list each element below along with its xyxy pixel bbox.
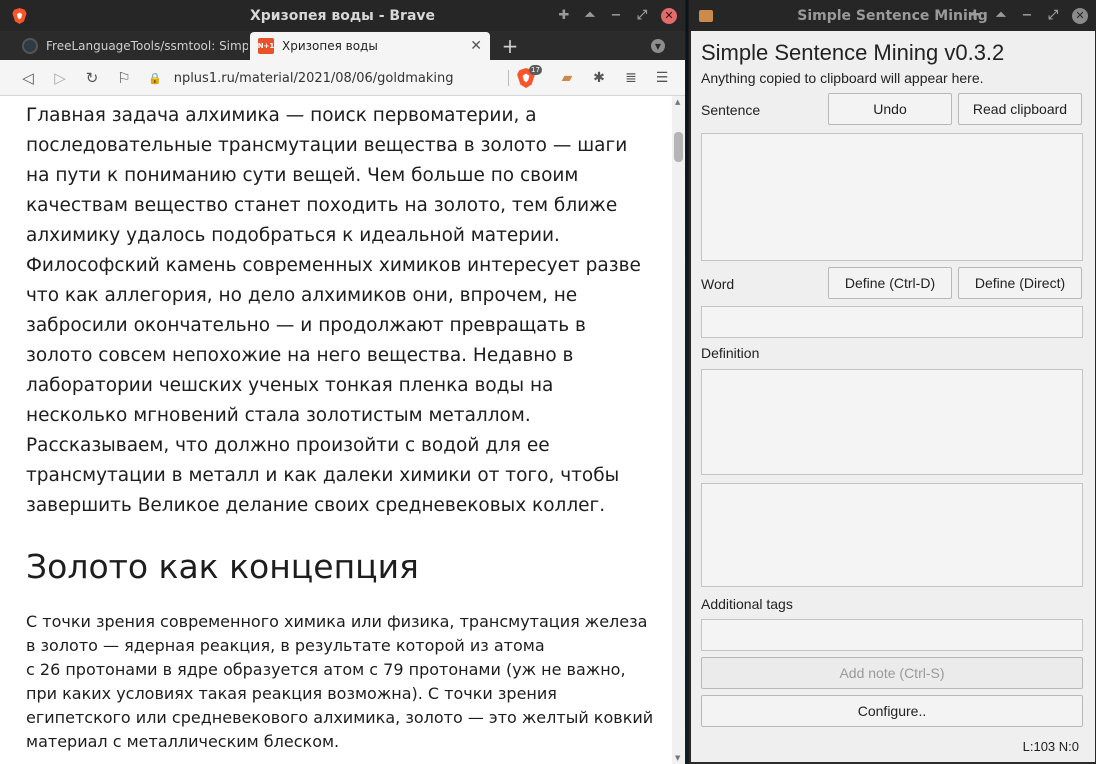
page-scrollbar[interactable]: ▲ ▼ bbox=[672, 96, 685, 764]
define-direct-button[interactable]: Define (Direct) bbox=[958, 267, 1082, 299]
body-line: при каких условиях такая реакция возможн… bbox=[26, 684, 557, 703]
scroll-up-icon[interactable]: ▲ bbox=[675, 98, 680, 106]
tab-close-icon[interactable]: ✕ bbox=[470, 38, 482, 54]
ssm-window-controls: ✚ ⏶ − ⤢ ✕ bbox=[962, 0, 1088, 31]
definition-textarea[interactable] bbox=[701, 369, 1083, 475]
read-clipboard-button[interactable]: Read clipboard bbox=[958, 93, 1082, 125]
reload-icon[interactable]: ↻ bbox=[80, 60, 104, 96]
body-line: с 26 протонами в ядре образуется атом с … bbox=[26, 660, 626, 679]
brave-logo-icon bbox=[12, 8, 27, 24]
url-text: nplus1.ru/material/2021/08/06/goldmaking bbox=[173, 70, 454, 86]
close-icon[interactable]: ✕ bbox=[1072, 7, 1088, 24]
body-line: С точки зрения современного химика или ф… bbox=[26, 612, 648, 631]
definition-label: Definition bbox=[701, 345, 760, 361]
undo-button[interactable]: Undo bbox=[828, 93, 952, 125]
shields-count-badge: 17 bbox=[529, 65, 542, 75]
browser-toolbar: ◁ ▷ ↻ ⚐ 🔒 nplus1.ru/material/2021/08/06/… bbox=[0, 60, 685, 96]
ssm-titlebar[interactable]: Simple Sentence Mining ✚ ⏶ − ⤢ ✕ bbox=[689, 0, 1096, 31]
scroll-thumb[interactable] bbox=[674, 132, 683, 162]
ssm-subtitle: Anything copied to clipboard will appear… bbox=[701, 70, 984, 86]
define-button[interactable]: Define (Ctrl-D) bbox=[828, 267, 952, 299]
body-line: материал с металлическим блеском. bbox=[26, 732, 340, 751]
plus-icon[interactable]: ✚ bbox=[551, 0, 577, 31]
add-note-button[interactable]: Add note (Ctrl-S) bbox=[701, 657, 1083, 689]
tags-input[interactable] bbox=[701, 619, 1083, 651]
ssm-main-panel: Simple Sentence Mining v0.3.2 Anything c… bbox=[689, 31, 1096, 764]
keep-above-icon[interactable]: ⏶ bbox=[988, 0, 1014, 31]
minimize-icon[interactable]: − bbox=[1014, 0, 1040, 31]
tab-strip: FreeLanguageTools/ssmtool: Simpl N+1 Хри… bbox=[0, 31, 685, 60]
keep-above-icon[interactable]: ⏶ bbox=[577, 0, 603, 31]
minimize-icon[interactable]: − bbox=[603, 0, 629, 31]
article-content: Главная задача алхимика — поиск первомат… bbox=[0, 96, 672, 764]
sentence-label: Sentence bbox=[701, 102, 761, 118]
address-bar[interactable]: 🔒 nplus1.ru/material/2021/08/06/goldmaki… bbox=[148, 66, 504, 90]
media-playlist-icon[interactable]: ≣ bbox=[621, 68, 641, 88]
ssm-extension-icon[interactable]: ▰ bbox=[557, 68, 577, 88]
maximize-icon[interactable]: ⤢ bbox=[629, 0, 655, 31]
section-heading: Золото как концепция bbox=[26, 547, 419, 586]
ssm-app-icon bbox=[699, 10, 713, 22]
lock-icon: 🔒 bbox=[148, 71, 162, 85]
browser-window-title: Хризопея воды - Brave bbox=[249, 7, 436, 24]
extensions-puzzle-icon[interactable]: ✱ bbox=[589, 68, 609, 88]
article-body: С точки зрения современного химика или ф… bbox=[26, 610, 656, 754]
scroll-down-icon[interactable]: ▼ bbox=[675, 754, 680, 762]
body-line: в золото — ядерная реакция, в результате… bbox=[26, 636, 545, 655]
forward-icon[interactable]: ▷ bbox=[48, 60, 72, 96]
tab-list-chevron-icon[interactable]: ▼ bbox=[651, 39, 665, 53]
word-input[interactable] bbox=[701, 306, 1083, 338]
word-label: Word bbox=[701, 276, 735, 292]
status-counter: L:103 N:0 bbox=[1022, 739, 1079, 754]
ssm-heading: Simple Sentence Mining v0.3.2 bbox=[701, 40, 1005, 65]
article-lead: Главная задача алхимика — поиск первомат… bbox=[26, 105, 641, 516]
definition-secondary-textarea[interactable] bbox=[701, 483, 1083, 587]
configure-button[interactable]: Configure.. bbox=[701, 695, 1083, 727]
additional-tags-label: Additional tags bbox=[701, 596, 793, 612]
tab-label: Хризопея воды bbox=[282, 39, 378, 53]
github-icon bbox=[22, 38, 38, 54]
tab-label: FreeLanguageTools/ssmtool: Simpl bbox=[46, 39, 248, 53]
tab-chrysopoeia[interactable]: N+1 Хризопея воды ✕ bbox=[250, 32, 490, 60]
maximize-icon[interactable]: ⤢ bbox=[1040, 0, 1066, 31]
sentence-textarea[interactable] bbox=[701, 133, 1083, 261]
ssm-window: Simple Sentence Mining ✚ ⏶ − ⤢ ✕ Simple … bbox=[688, 0, 1096, 764]
close-icon[interactable]: ✕ bbox=[661, 7, 677, 24]
body-line: египетского или средневекового алхимика,… bbox=[26, 708, 654, 727]
hamburger-menu-icon[interactable]: ☰ bbox=[652, 68, 672, 88]
bookmark-icon[interactable]: ⚐ bbox=[112, 60, 136, 96]
plus-icon[interactable]: ✚ bbox=[962, 0, 988, 31]
browser-window: Хризопея воды - Brave ✚ ⏶ − ⤢ ✕ FreeLang… bbox=[0, 0, 686, 764]
browser-window-controls: ✚ ⏶ − ⤢ ✕ bbox=[551, 0, 677, 31]
browser-titlebar[interactable]: Хризопея воды - Brave ✚ ⏶ − ⤢ ✕ bbox=[0, 0, 685, 31]
nplus1-favicon-icon: N+1 bbox=[258, 38, 274, 54]
new-tab-icon[interactable]: + bbox=[498, 34, 522, 58]
url-separator bbox=[508, 70, 509, 86]
back-icon[interactable]: ◁ bbox=[16, 60, 40, 96]
ssm-window-title: Simple Sentence Mining bbox=[797, 7, 988, 24]
tab-ssmtool[interactable]: FreeLanguageTools/ssmtool: Simpl bbox=[14, 32, 248, 60]
